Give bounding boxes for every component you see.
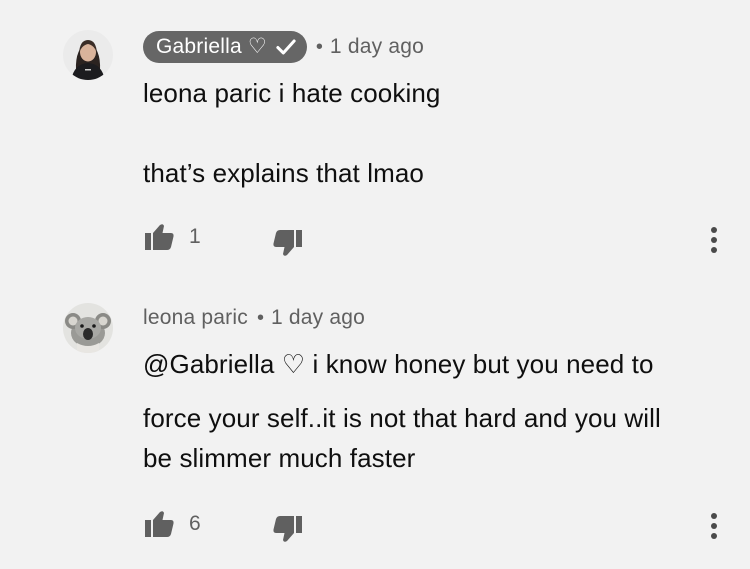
separator-dot: • [315,35,323,58]
dislike-button[interactable] [272,514,304,544]
channel-owner-badge[interactable]: Gabriella ♡ [143,31,307,63]
more-options-button[interactable] [703,223,725,257]
comment-text-line: be slimmer much faster [143,443,416,473]
comment-text-line: force your self..it is not that hard and… [143,403,661,433]
like-count: 1 [189,225,201,248]
thumbs-down-icon [273,230,302,256]
more-options-button[interactable] [703,509,725,543]
comment-meta: Gabriella ♡ • 1 day ago [143,31,424,63]
thumbs-up-icon [145,511,174,537]
more-vert-icon [711,227,717,253]
like-button[interactable]: 6 [143,509,201,539]
like-count: 6 [189,512,201,535]
avatar[interactable] [63,30,113,80]
author-name: Gabriella ♡ [156,35,267,58]
separator-dot: • [256,306,264,329]
author-name[interactable]: leona paric [143,306,248,330]
more-vert-icon [711,513,717,539]
thumbs-up-icon [145,224,174,250]
comment-text-line: @Gabriella ♡ i know honey but you need t… [143,349,654,379]
comment-meta: leona paric • 1 day ago [143,306,365,330]
like-button[interactable]: 1 [143,222,201,252]
comment-1: Gabriella ♡ • 1 day ago leona paric i ha… [0,0,750,290]
comment-text-line: leona paric i hate cooking [143,78,441,108]
comment-time: 1 day ago [329,35,424,58]
comment-2: leona paric • 1 day ago @Gabriella ♡ i k… [0,290,750,569]
profile-photo [63,30,113,80]
comments-thread: Gabriella ♡ • 1 day ago leona paric i ha… [0,0,750,569]
comment-time: 1 day ago [270,306,365,329]
thumbs-down-icon [273,516,302,542]
comment-text-line: that’s explains that lmao [143,158,424,188]
check-icon [276,39,296,55]
dislike-button[interactable] [272,228,304,258]
koala-photo [63,303,113,353]
avatar[interactable] [63,303,113,353]
